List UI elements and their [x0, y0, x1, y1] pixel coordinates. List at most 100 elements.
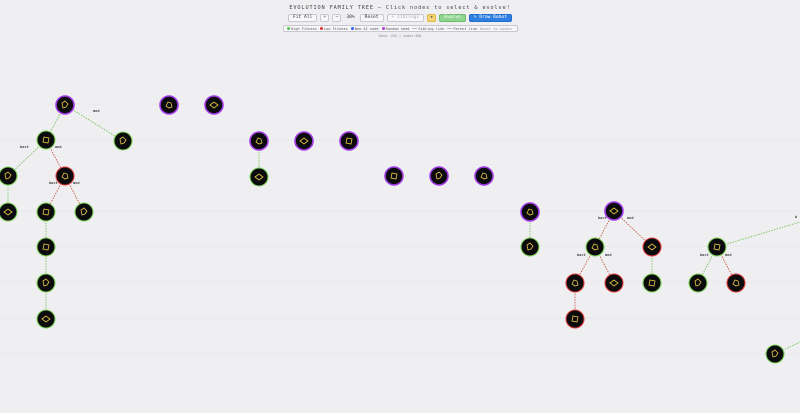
- legend-swatch: [350, 27, 354, 30]
- tree-node[interactable]: [36, 202, 56, 222]
- node-circle[interactable]: [520, 202, 540, 222]
- legend-label: Sibling link: [418, 26, 445, 31]
- tree-node[interactable]: [604, 273, 624, 293]
- stats-text: Gens: 255 | nodes:400: [378, 34, 422, 38]
- node-circle[interactable]: [159, 95, 179, 115]
- svg-text:mod: mod: [73, 181, 80, 185]
- tree-node[interactable]: [0, 166, 18, 186]
- evolve-button[interactable]: Evolve: [439, 14, 466, 22]
- svg-text:bact: bact: [700, 253, 709, 257]
- legend-label: Parent link: [453, 26, 478, 31]
- node-circle[interactable]: [113, 131, 133, 151]
- tree-node[interactable]: [585, 237, 605, 257]
- star-button[interactable]: ★: [427, 14, 437, 22]
- tree-node[interactable]: [429, 166, 449, 186]
- family-tree-canvas[interactable]: mod bact mod bact mod bact mod bact mod …: [0, 0, 800, 413]
- tree-node[interactable]: [642, 237, 662, 257]
- tree-node[interactable]: [726, 273, 746, 293]
- edge-labels: mod bact mod bact mod bact mod bact mod …: [20, 109, 797, 257]
- legend-line: [447, 28, 453, 29]
- node-circle[interactable]: [0, 202, 18, 222]
- node-circle[interactable]: [55, 166, 75, 186]
- node-circle[interactable]: [384, 166, 404, 186]
- node-circle[interactable]: [339, 131, 359, 151]
- node-circle[interactable]: [474, 166, 494, 186]
- tree-node[interactable]: [159, 95, 179, 115]
- tree-node[interactable]: [565, 309, 585, 329]
- draw-robot-button[interactable]: ✎ Draw Robot: [468, 14, 512, 22]
- tree-node[interactable]: [0, 202, 18, 222]
- tree-nodes[interactable]: [0, 95, 785, 364]
- toolbar: Fit All + − 38% Reset + siblings ★ Evolv…: [0, 13, 800, 23]
- tree-node[interactable]: [113, 131, 133, 151]
- tree-node[interactable]: [74, 202, 94, 222]
- node-circle[interactable]: [585, 237, 605, 257]
- tree-node[interactable]: [765, 344, 785, 364]
- node-circle[interactable]: [520, 237, 540, 257]
- siblings-button[interactable]: + siblings: [386, 14, 425, 22]
- tree-node[interactable]: [204, 95, 224, 115]
- node-circle[interactable]: [74, 202, 94, 222]
- legend-label: Low Fitness: [323, 26, 348, 31]
- zoom-out-button[interactable]: −: [332, 14, 342, 22]
- node-circle[interactable]: [36, 130, 56, 150]
- tree-node[interactable]: [249, 167, 269, 187]
- legend-item: New AI node: [350, 27, 379, 31]
- node-circle[interactable]: [36, 309, 56, 329]
- tree-node[interactable]: [339, 131, 359, 151]
- node-circle[interactable]: [707, 237, 727, 257]
- tree-node[interactable]: [688, 273, 708, 293]
- svg-text:bact: bact: [577, 253, 586, 257]
- tree-node[interactable]: [707, 237, 727, 257]
- node-circle[interactable]: [36, 273, 56, 293]
- node-circle[interactable]: [294, 131, 314, 151]
- legend-item: Low Fitness: [319, 26, 348, 31]
- legend-swatch: [319, 27, 323, 30]
- tree-node[interactable]: [604, 201, 624, 221]
- node-circle[interactable]: [642, 273, 662, 293]
- tree-node[interactable]: [565, 273, 585, 293]
- node-circle[interactable]: [0, 166, 18, 186]
- node-circle[interactable]: [642, 237, 662, 257]
- header-bar: EVOLUTION FAMILY TREE — Click nodes to s…: [0, 0, 800, 40]
- node-circle[interactable]: [249, 131, 269, 151]
- tree-node[interactable]: [36, 237, 56, 257]
- node-circle[interactable]: [565, 309, 585, 329]
- tree-node[interactable]: [294, 131, 314, 151]
- node-circle[interactable]: [765, 344, 785, 364]
- tree-node[interactable]: [55, 166, 75, 186]
- zoom-in-button[interactable]: +: [320, 14, 330, 22]
- svg-text:mod: mod: [627, 216, 634, 220]
- tree-node[interactable]: [249, 131, 269, 151]
- tree-node[interactable]: [36, 130, 56, 150]
- legend-item: Parent link: [447, 27, 477, 31]
- node-circle[interactable]: [36, 202, 56, 222]
- node-circle[interactable]: [249, 167, 269, 187]
- svg-text:b: b: [795, 215, 797, 219]
- node-circle[interactable]: [688, 273, 708, 293]
- legend-item: Boost to wander: [480, 27, 512, 31]
- tree-node[interactable]: [520, 202, 540, 222]
- legend-swatch: [381, 27, 385, 30]
- node-circle[interactable]: [204, 95, 224, 115]
- node-circle[interactable]: [726, 273, 746, 293]
- node-circle[interactable]: [604, 273, 624, 293]
- tree-node[interactable]: [36, 309, 56, 329]
- tree-node[interactable]: [520, 237, 540, 257]
- fit-all-button[interactable]: Fit All: [287, 14, 318, 22]
- tree-node[interactable]: [474, 166, 494, 186]
- node-circle[interactable]: [429, 166, 449, 186]
- svg-text:bact: bact: [20, 145, 29, 149]
- node-circle[interactable]: [565, 273, 585, 293]
- tree-node[interactable]: [55, 95, 75, 115]
- node-circle[interactable]: [604, 201, 624, 221]
- node-circle[interactable]: [36, 237, 56, 257]
- tree-node[interactable]: [384, 166, 404, 186]
- tree-node[interactable]: [642, 273, 662, 293]
- tree-node[interactable]: [36, 273, 56, 293]
- reset-button[interactable]: Reset: [359, 14, 384, 22]
- legend-item: Sibling link: [412, 27, 444, 31]
- node-circle[interactable]: [55, 95, 75, 115]
- legend-label: Boost to wander: [480, 26, 513, 31]
- legend-item: High Fitness: [287, 27, 317, 31]
